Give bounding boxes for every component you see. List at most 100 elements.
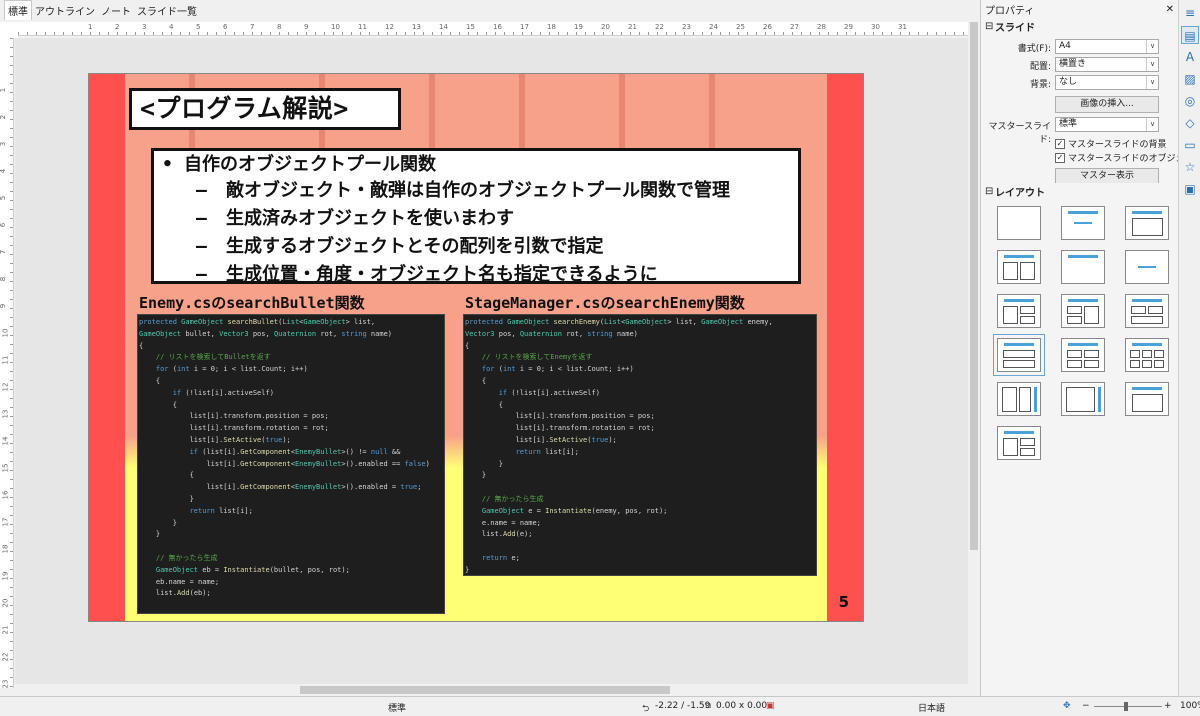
fit-page-icon[interactable]: ✥ (1063, 701, 1071, 711)
layout-title-2-content-over-content[interactable] (1125, 294, 1169, 328)
layout-centered-text[interactable] (1125, 250, 1169, 284)
layout-vertical-title-vertical-text[interactable] (1061, 382, 1105, 416)
layout-vertical-title-text-chart[interactable] (997, 382, 1041, 416)
master-slides-icon[interactable]: ▭ (1181, 136, 1199, 154)
code-right-image[interactable]: protected GameObject searchEnemy(List<Ga… (463, 314, 817, 576)
collapse-icon[interactable]: ⊟ (985, 186, 995, 197)
slide-section-title: スライド (995, 22, 1035, 34)
layout-title-content-over-content[interactable] (993, 334, 1045, 376)
layout-content-block (1020, 438, 1035, 446)
ruler-number: 6 (0, 222, 8, 228)
layout-title-bar (1132, 299, 1162, 302)
layout-content-block (1084, 360, 1099, 368)
layout-title-2-content[interactable] (997, 250, 1041, 284)
horizontal-scroll-thumb[interactable] (300, 686, 670, 694)
master-slide-select[interactable]: 標準 ∨ (1055, 117, 1159, 132)
layout-blank[interactable] (997, 206, 1041, 240)
tab-slide-sorter[interactable]: スライド一覧 (134, 1, 200, 20)
gallery-icon[interactable]: ▨ (1181, 70, 1199, 88)
zoom-in-icon[interactable]: + (1164, 701, 1172, 711)
horizontal-scrollbar[interactable] (15, 684, 968, 696)
ruler-number: 24 (709, 23, 718, 31)
layout-content-block (1154, 360, 1164, 368)
layout-content-block (1142, 350, 1152, 358)
chevron-down-icon[interactable]: ∨ (1146, 58, 1158, 71)
status-zoom[interactable]: 100% (1180, 701, 1200, 711)
master-background-checkbox[interactable]: ✓ マスタースライドの背景 (1055, 137, 1167, 150)
layout-centered-bar (1138, 266, 1156, 268)
status-bar: 標準 ⮌ -2.22 / -1.59 ▫ 0.00 x 0.00 ▣ 日本語 ✥… (0, 696, 1200, 716)
ruler-number: 9 (0, 303, 8, 309)
collapse-icon[interactable]: ⊟ (985, 21, 995, 32)
layout-title-vertical-2-content[interactable] (997, 426, 1041, 460)
sub-bullet-text: 生成するオブジェクトとその配列を引数で指定 (226, 236, 604, 257)
styles-icon[interactable]: A (1181, 48, 1199, 66)
slide-transition-icon[interactable]: ▣ (1181, 180, 1199, 198)
layout-title-2-content-content[interactable] (997, 294, 1041, 328)
properties-icon[interactable]: ▤ (1181, 26, 1199, 44)
zoom-slider-handle[interactable] (1124, 702, 1128, 711)
code-line: if (!list[i].activeSelf) (498, 388, 600, 397)
code-right-title[interactable]: StageManager.csのsearchEnemy関数 (465, 292, 745, 313)
layout-title-slide[interactable] (1061, 206, 1105, 240)
slide-title[interactable]: <プログラム解説> (129, 88, 401, 130)
code-left-title[interactable]: Enemy.csのsearchBullet関数 (139, 292, 365, 313)
close-icon[interactable]: ✕ (1166, 4, 1174, 15)
document-modified-icon[interactable]: ▣ (766, 701, 775, 711)
layout-title-only[interactable] (1061, 250, 1105, 284)
ruler-number: 17 (1, 517, 10, 527)
slide-canvas[interactable]: <プログラム解説> • 自作のオブジェクトプール関数 – 敵オブジェクト・敵弾は自… (88, 73, 864, 622)
tab-normal[interactable]: 標準 (4, 0, 32, 20)
status-language[interactable]: 日本語 (918, 701, 945, 714)
layout-title-bar (1132, 211, 1162, 214)
code-line: { (139, 400, 177, 409)
layout-content-block (1148, 306, 1163, 314)
shapes-icon[interactable]: ◇ (1181, 114, 1199, 132)
animation-icon[interactable]: ☆ (1181, 158, 1199, 176)
chevron-down-icon[interactable]: ∨ (1146, 76, 1158, 89)
tab-notes[interactable]: ノート (98, 1, 134, 20)
bullet-textbox[interactable]: • 自作のオブジェクトプール関数 – 敵オブジェクト・敵弾は自作のオブジェクトプー… (151, 148, 801, 285)
background-select[interactable]: なし ∨ (1055, 75, 1159, 90)
background-label: 背景: (1029, 80, 1051, 90)
sidebar-menu-icon[interactable]: ≡ (1181, 4, 1199, 22)
ruler-number: 16 (1, 490, 10, 500)
code-line: list[i].transform.rotation = rot; (189, 424, 329, 433)
layout-title-4-content[interactable] (1061, 338, 1105, 372)
vertical-scrollbar[interactable] (968, 22, 980, 688)
chevron-down-icon[interactable]: ∨ (1146, 40, 1158, 53)
layout-title-bar (1068, 211, 1098, 214)
code-line: // リストを検索してBulletを返す (155, 353, 271, 362)
navigator-icon[interactable]: ◎ (1181, 92, 1199, 110)
bullet-dot: • (162, 154, 173, 175)
zoom-out-icon[interactable]: − (1082, 701, 1090, 711)
insert-image-button[interactable]: 画像の挿入... (1055, 96, 1159, 113)
layout-content-block (1067, 316, 1082, 324)
code-line: return eb; (139, 612, 443, 614)
layout-content-block (1003, 306, 1018, 324)
format-select[interactable]: A4 ∨ (1055, 39, 1159, 54)
horizontal-ruler[interactable]: 1 2 3 4 5 6 7 8 9 10 11 12 13 14 15 16 17 18 19 20 21 22 23 24 2… (18, 22, 968, 36)
checkbox-checked-icon[interactable]: ✓ (1055, 138, 1065, 149)
zoom-slider[interactable] (1094, 706, 1162, 707)
ruler-number: 2 (115, 23, 120, 31)
slide-section-header[interactable]: ⊟ スライド (981, 18, 1178, 34)
chevron-down-icon[interactable]: ∨ (1146, 118, 1158, 131)
layout-title-vertical-text[interactable] (1125, 382, 1169, 416)
ruler-number: 4 (169, 23, 174, 31)
layout-content-block (1020, 448, 1035, 456)
layout-title-content[interactable] (1125, 206, 1169, 240)
layout-title-6-content[interactable] (1125, 338, 1169, 372)
ruler-number: 5 (0, 195, 8, 201)
layout-section-header[interactable]: ⊟ レイアウト (981, 183, 1177, 199)
code-left-image[interactable]: protected GameObject searchBullet(List<G… (137, 314, 445, 614)
ruler-number: 19 (1, 571, 10, 581)
tab-outline[interactable]: アウトライン (32, 1, 98, 20)
layout-title-content-2-content[interactable] (1061, 294, 1105, 328)
checkbox-checked-icon[interactable]: ✓ (1055, 152, 1065, 163)
vertical-ruler[interactable]: 1 2 3 4 5 6 7 8 9 10 11 12 13 14 15 16 17 18 19 20 21 22 23 (0, 38, 14, 688)
vertical-scroll-thumb[interactable] (970, 22, 978, 550)
orientation-select[interactable]: 横置き ∨ (1055, 57, 1159, 72)
ruler-number: 10 (1, 328, 10, 338)
